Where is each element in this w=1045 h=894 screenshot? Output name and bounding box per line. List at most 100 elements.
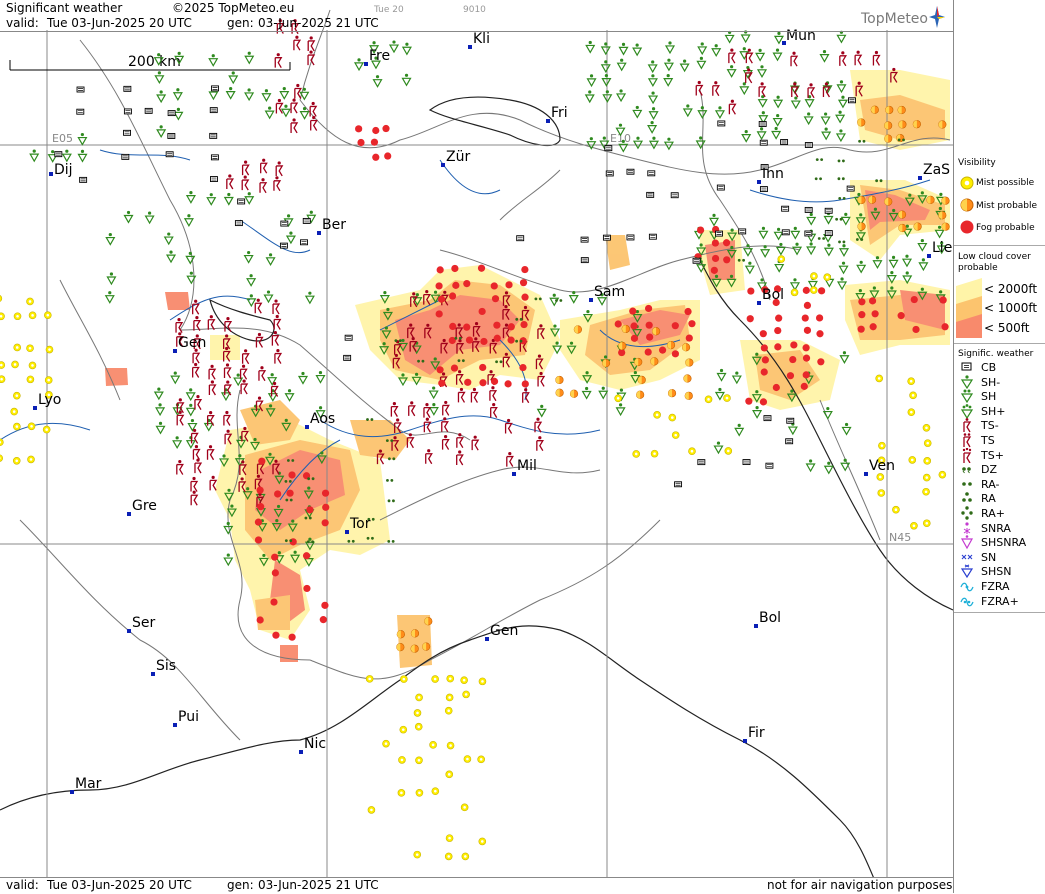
fog-symbol xyxy=(803,326,812,334)
cb-symbol xyxy=(280,220,289,227)
legend-signific-item: FZRA+ xyxy=(981,594,1019,608)
fog-symbol xyxy=(759,398,768,406)
cb-symbol xyxy=(605,170,614,177)
fog-symbol xyxy=(452,281,460,289)
fog-symbol xyxy=(790,341,798,349)
run-code: 9010 xyxy=(463,5,486,15)
mist-possible-symbol xyxy=(28,361,37,370)
freezing-rain-heavy-icon xyxy=(960,597,974,606)
mist-possible-symbol xyxy=(907,377,916,386)
mist-probable-symbol xyxy=(870,105,880,115)
footer-gen-time: 03-Jun-2025 21 UTC xyxy=(258,878,379,892)
city-label: Fir xyxy=(748,725,765,741)
mist-possible-symbol xyxy=(908,455,917,464)
legend-lowcloud-title-2: probable xyxy=(958,263,998,273)
cb-symbol xyxy=(781,205,790,212)
city-marker xyxy=(151,672,155,676)
mist-possible-symbol xyxy=(415,788,424,797)
fog-symbol xyxy=(504,380,512,388)
mist-possible-symbol xyxy=(399,725,408,734)
mist-probable-symbol xyxy=(569,389,579,399)
mist-possible-symbol xyxy=(877,441,886,450)
mist-probable-symbol xyxy=(621,324,631,334)
cb-symbol xyxy=(237,198,246,205)
fog-symbol xyxy=(710,266,718,274)
mist-probable-symbol xyxy=(633,357,643,367)
mist-possible-symbol xyxy=(922,487,931,496)
scale-label: 200 km xyxy=(128,54,181,70)
cb-symbol xyxy=(300,239,308,246)
fog-symbol xyxy=(774,326,782,335)
fog-symbol xyxy=(671,322,679,330)
mist-possible-symbol xyxy=(907,408,916,417)
fog-symbol xyxy=(521,293,529,301)
fog-probable-icon xyxy=(960,220,974,234)
city-marker xyxy=(468,45,472,49)
mist-probable-symbol xyxy=(635,390,645,400)
mist-possible-symbol xyxy=(671,431,680,440)
fog-symbol xyxy=(897,312,905,320)
city-marker xyxy=(173,723,177,727)
city-marker xyxy=(127,512,131,516)
cb-symbol xyxy=(804,142,813,148)
city-label: Bol xyxy=(759,610,781,626)
cb-symbol xyxy=(123,129,131,136)
mist-possible-symbol xyxy=(938,470,947,479)
fog-symbol xyxy=(858,311,866,319)
footer-valid-time: Tue 03-Jun-2025 20 UTC xyxy=(47,878,192,892)
fog-symbol xyxy=(803,301,812,309)
snow-rain-shower-icon xyxy=(960,535,974,550)
city-marker xyxy=(127,629,131,633)
fog-symbol xyxy=(688,320,696,328)
fog-symbol xyxy=(789,355,797,364)
cb-symbol xyxy=(602,234,611,241)
fog-symbol xyxy=(321,519,329,527)
fog-symbol xyxy=(869,323,877,331)
mist-probable-symbol xyxy=(573,325,583,334)
cb-symbol xyxy=(54,151,63,158)
cb-symbol xyxy=(786,417,795,424)
city-label: Sam xyxy=(594,284,625,300)
fog-symbol xyxy=(711,239,719,247)
fog-symbol xyxy=(671,350,680,358)
cb-symbol xyxy=(759,139,768,146)
shower-light-icon xyxy=(960,374,974,389)
legend-signific-item: RA xyxy=(981,492,996,506)
fog-symbol xyxy=(760,344,768,352)
fog-symbol xyxy=(759,330,767,338)
mist-possible-symbol xyxy=(809,286,818,295)
fog-symbol xyxy=(357,138,365,147)
grid-label-e05: E05 xyxy=(52,132,73,145)
cb-symbol xyxy=(209,107,218,114)
legend-signific-item: SNRA xyxy=(981,521,1011,535)
city-marker xyxy=(757,301,761,305)
mist-probable-symbol xyxy=(897,105,906,115)
fog-symbol xyxy=(772,383,780,392)
mist-possible-symbol xyxy=(909,391,918,400)
legend-mist-possible: Mist possible xyxy=(976,178,1035,188)
mist-probable-symbol xyxy=(423,616,433,626)
cb-symbol xyxy=(765,462,774,469)
rain-heavy-icon xyxy=(961,506,973,520)
legend-signific-item: SH+ xyxy=(981,404,1006,418)
cb-symbol xyxy=(165,151,174,158)
cb-symbol xyxy=(580,236,589,243)
fog-symbol xyxy=(256,486,264,494)
topmeteo-logo: TopMeteo xyxy=(861,11,928,27)
fog-symbol xyxy=(802,286,810,294)
fog-symbol xyxy=(644,304,653,313)
mist-possible-symbol xyxy=(12,456,21,465)
legend-signific-item: FZRA xyxy=(981,580,1010,593)
mist-probable-symbol xyxy=(617,341,627,351)
mist-probable-symbol xyxy=(650,357,659,366)
mist-probable-symbol xyxy=(913,222,922,231)
mist-possible-symbol xyxy=(27,422,36,431)
fog-symbol xyxy=(450,364,459,372)
mist-possible-symbol xyxy=(875,374,884,383)
legend-signific-item: SHSNRA xyxy=(981,536,1027,550)
mist-possible-symbol xyxy=(477,755,486,764)
fog-symbol xyxy=(775,314,783,322)
legend-signific-item: RA+ xyxy=(981,507,1005,520)
product-title: Significant weather xyxy=(6,1,123,15)
cb-symbol xyxy=(804,230,813,237)
